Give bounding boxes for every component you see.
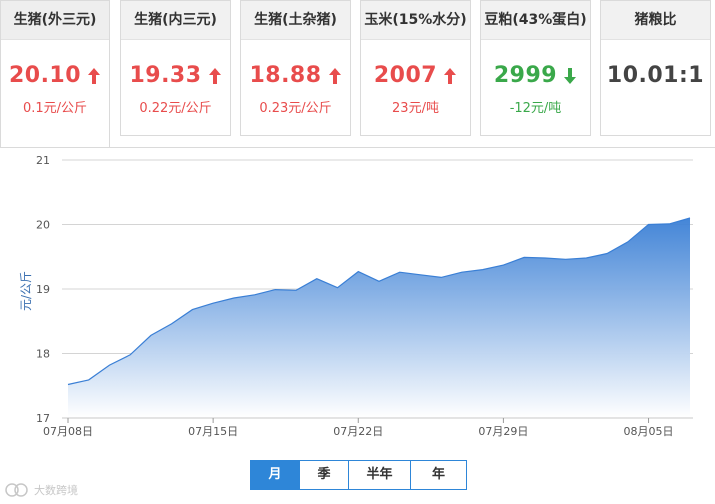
price-card-pig-grain-ratio[interactable]: 猪粮比 10.01:1 (600, 0, 711, 136)
card-price: 2999 (493, 63, 558, 88)
price-cards: 生猪(外三元) 20.10 0.1元/公斤 生猪(内三元) 19.33 0.22… (0, 0, 715, 148)
data-point[interactable] (149, 333, 153, 337)
card-title: 生猪(土杂猪) (241, 1, 350, 40)
y-tick-label: 20 (36, 219, 50, 232)
price-card-pig-outer-three[interactable]: 生猪(外三元) 20.10 0.1元/公斤 (0, 0, 110, 148)
data-point[interactable] (170, 322, 174, 326)
data-point[interactable] (605, 252, 609, 256)
data-point[interactable] (501, 263, 505, 267)
data-point[interactable] (377, 279, 381, 283)
card-price: 10.01:1 (606, 63, 705, 88)
data-point[interactable] (253, 293, 257, 297)
data-point[interactable] (273, 288, 277, 292)
x-tick-label: 07月22日 (333, 425, 383, 438)
arrow-up-icon (208, 67, 221, 84)
card-change: -12元/吨 (509, 101, 562, 116)
price-card-pig-inner-three[interactable]: 生猪(内三元) 19.33 0.22元/公斤 (120, 0, 231, 136)
card-title: 生猪(内三元) (121, 1, 230, 40)
data-point[interactable] (294, 288, 298, 292)
data-point[interactable] (647, 223, 651, 227)
data-point[interactable] (688, 216, 692, 220)
card-title: 豆粕(43%蛋白) (481, 1, 590, 40)
data-point[interactable] (460, 270, 464, 274)
card-change: 0.22元/公斤 (139, 101, 212, 116)
card-price: 18.88 (249, 63, 322, 88)
x-tick-label: 07月29日 (478, 425, 528, 438)
data-point[interactable] (87, 378, 91, 382)
data-point[interactable] (315, 277, 319, 281)
watermark: 大数跨境 (4, 482, 78, 498)
pig-price-widget: 生猪(外三元) 20.10 0.1元/公斤 生猪(内三元) 19.33 0.22… (0, 0, 715, 504)
watermark-text: 大数跨境 (34, 484, 78, 497)
data-point[interactable] (398, 270, 402, 274)
data-point[interactable] (211, 301, 215, 305)
card-price: 2007 (373, 63, 438, 88)
y-tick-label: 21 (36, 154, 50, 167)
data-point[interactable] (66, 383, 70, 387)
x-tick-label: 08月05日 (624, 425, 674, 438)
price-card-pig-local[interactable]: 生猪(土杂猪) 18.88 0.23元/公斤 (240, 0, 351, 136)
price-card-soybean-meal[interactable]: 豆粕(43%蛋白) 2999 -12元/吨 (480, 0, 591, 136)
tab-month[interactable]: 月 (251, 461, 299, 489)
tab-year[interactable]: 年 (410, 461, 466, 489)
data-point[interactable] (543, 256, 547, 260)
data-point[interactable] (584, 256, 588, 260)
y-axis-title: 元/公斤 (19, 271, 33, 311)
card-change: 0.1元/公斤 (22, 101, 88, 116)
data-point[interactable] (481, 268, 485, 272)
y-tick-label: 18 (36, 348, 50, 361)
price-card-corn[interactable]: 玉米(15%水分) 2007 23元/吨 (360, 0, 471, 136)
arrow-up-icon (444, 67, 457, 84)
data-point[interactable] (128, 353, 132, 357)
tab-quarter[interactable]: 季 (299, 461, 348, 489)
data-point[interactable] (108, 363, 112, 367)
card-change: 0.23元/公斤 (259, 101, 332, 116)
data-point[interactable] (667, 222, 671, 226)
card-change: 23元/吨 (392, 101, 439, 116)
data-point[interactable] (439, 275, 443, 279)
series-area-fill (68, 218, 690, 418)
data-point[interactable] (564, 257, 568, 261)
card-price: 20.10 (8, 63, 82, 88)
data-point[interactable] (190, 308, 194, 312)
card-price: 19.33 (129, 63, 202, 88)
data-point[interactable] (356, 270, 360, 274)
watermark-logo-icon (5, 483, 28, 497)
arrow-up-icon (88, 67, 101, 84)
tab-half-year[interactable]: 半年 (348, 461, 410, 489)
data-point[interactable] (419, 273, 423, 277)
data-point[interactable] (522, 255, 526, 259)
data-point[interactable] (232, 296, 236, 300)
arrow-up-icon (328, 67, 341, 84)
arrow-down-icon (564, 67, 577, 84)
data-point[interactable] (626, 240, 630, 244)
period-tabs: 月 季 半年 年 (250, 460, 467, 490)
y-tick-label: 19 (36, 283, 50, 296)
data-point[interactable] (336, 286, 340, 290)
card-title: 生猪(外三元) (1, 1, 109, 40)
x-tick-label: 07月15日 (188, 425, 238, 438)
card-title: 玉米(15%水分) (361, 1, 470, 40)
y-tick-label: 17 (36, 412, 50, 425)
chart-panel: 17 18 19 20 21 07月08日 07月15日 07月22日 07月29日 08月05日… (0, 147, 715, 447)
price-area-chart: 17 18 19 20 21 07月08日 07月15日 07月22日 07月29日 08月05日… (19, 154, 693, 438)
x-tick-label: 07月08日 (43, 425, 93, 438)
card-title: 猪粮比 (601, 1, 710, 40)
